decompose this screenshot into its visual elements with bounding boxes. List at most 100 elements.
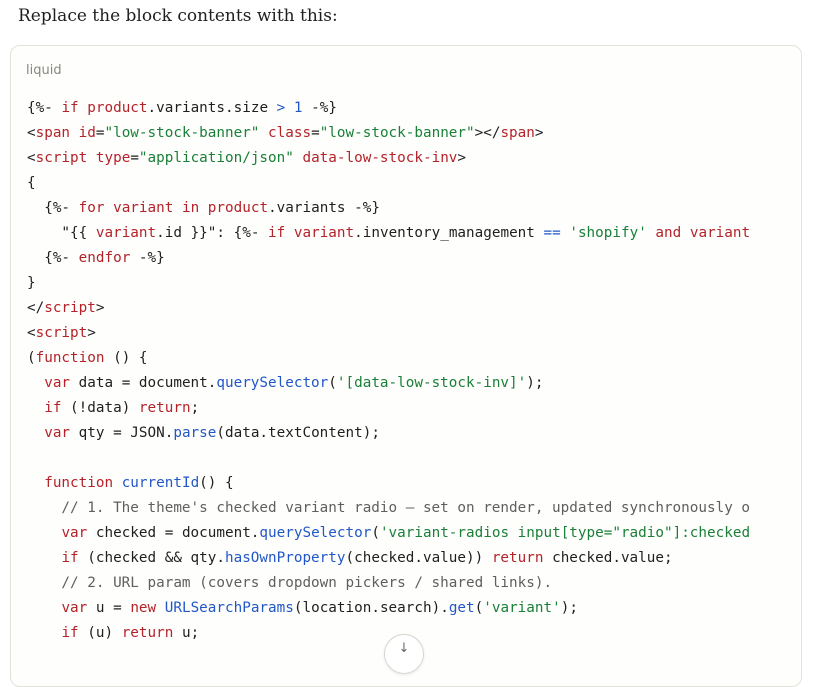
code-line: "{{ variant.id }}": {%- if variant.inven… xyxy=(27,221,750,246)
code-token: in xyxy=(181,200,200,216)
code-line: function currentId() { xyxy=(27,471,750,496)
code-token: . xyxy=(354,225,363,241)
code-line: var data = document.querySelector('[data… xyxy=(27,371,750,396)
code-token: > xyxy=(457,150,467,166)
code-token: var xyxy=(61,600,88,616)
code-token: < xyxy=(27,150,36,166)
code-token: script xyxy=(44,300,96,316)
code-token: { xyxy=(27,175,36,191)
code-token: ( xyxy=(474,600,484,616)
code-token: variants xyxy=(156,100,226,116)
code-token: get xyxy=(448,600,475,616)
code-token: . xyxy=(225,100,234,116)
code-token: span xyxy=(35,125,71,141)
code-token: variant xyxy=(113,200,174,216)
code-token: ( xyxy=(27,350,36,366)
code-token: and xyxy=(655,225,682,241)
code-token: script xyxy=(35,150,88,166)
code-token: {%- xyxy=(27,200,79,216)
code-token: "low-stock-banner" xyxy=(104,125,260,141)
code-line: <script> xyxy=(27,321,750,346)
code-content[interactable]: {%- if product.variants.size > 1 -%} <spa… xyxy=(27,96,750,646)
code-token: new xyxy=(130,600,157,616)
code-token: () { xyxy=(104,350,148,366)
code-token: return xyxy=(121,625,174,641)
code-token: for xyxy=(78,200,105,216)
code-token: u = xyxy=(87,600,131,616)
code-token: currentId xyxy=(121,475,200,491)
code-token: var xyxy=(44,375,71,391)
code-token: parse xyxy=(173,425,217,441)
code-token: class xyxy=(268,125,312,141)
code-token: variant xyxy=(293,225,355,241)
code-token: size xyxy=(233,100,277,116)
code-token: > xyxy=(87,325,96,341)
code-token: 'shopify' xyxy=(569,225,647,241)
code-token: > xyxy=(276,100,286,116)
code-token: product xyxy=(207,200,269,216)
code-token: return xyxy=(138,400,191,416)
code-token: endfor xyxy=(78,250,131,266)
code-token: = xyxy=(130,150,139,166)
scroll-to-bottom-button[interactable]: ↓ xyxy=(384,634,424,674)
code-token: (checked.value)) xyxy=(345,550,492,566)
code-token: = xyxy=(311,125,320,141)
code-token: product xyxy=(87,100,148,116)
code-token: // 1. The theme's checked variant radio … xyxy=(27,500,751,516)
code-token: if xyxy=(61,100,79,116)
code-line: {%- endfor -%} xyxy=(27,246,750,271)
code-token: querySelector xyxy=(216,375,329,391)
code-token: data-low-stock-inv xyxy=(302,150,458,166)
code-token: </ xyxy=(27,300,45,316)
code-token: (checked && qty. xyxy=(78,550,225,566)
code-token: 1 xyxy=(293,100,303,116)
code-token: == xyxy=(543,225,561,241)
code-token: data = document. xyxy=(70,375,217,391)
code-line: } xyxy=(27,271,750,296)
code-token: } xyxy=(27,275,36,291)
code-token: hasOwnProperty xyxy=(224,550,346,566)
code-token: '[data-low-stock-inv]' xyxy=(336,375,527,391)
code-block: liquid {%- if product.variants.size > 1 … xyxy=(10,45,802,687)
code-token: . xyxy=(147,100,157,116)
code-token: // 2. URL param (covers dropdown pickers… xyxy=(27,575,553,591)
code-token: if xyxy=(44,400,62,416)
code-token: 'variant-radios input[type="radio"]:chec… xyxy=(379,525,751,541)
code-token: variants -%} xyxy=(276,200,380,216)
code-token: function xyxy=(44,475,114,491)
code-token: ( xyxy=(328,375,337,391)
code-token: if xyxy=(61,550,79,566)
code-token: id }}": {%- xyxy=(164,225,269,241)
code-token: id xyxy=(78,125,96,141)
code-line: if (checked && qty.hasOwnProperty(checke… xyxy=(27,546,750,571)
code-token: {%- xyxy=(27,100,62,116)
code-token: (data.textContent); xyxy=(216,425,380,441)
code-line: <script type="application/json" data-low… xyxy=(27,146,750,171)
code-token: ; xyxy=(190,400,200,416)
assistant-message-intro: Replace the block contents with this: xyxy=(18,6,338,26)
code-line: {%- if product.variants.size > 1 -%} xyxy=(27,96,750,121)
code-token: -%} xyxy=(302,100,337,116)
code-token: ); xyxy=(526,375,544,391)
code-token: ( xyxy=(371,525,380,541)
code-token: < xyxy=(27,125,36,141)
code-token: variant xyxy=(95,225,157,241)
code-token: "{{ xyxy=(27,225,96,241)
code-token: inventory_management xyxy=(362,225,544,241)
code-language-label: liquid xyxy=(26,63,62,78)
code-line: var qty = JSON.parse(data.textContent); xyxy=(27,421,750,446)
